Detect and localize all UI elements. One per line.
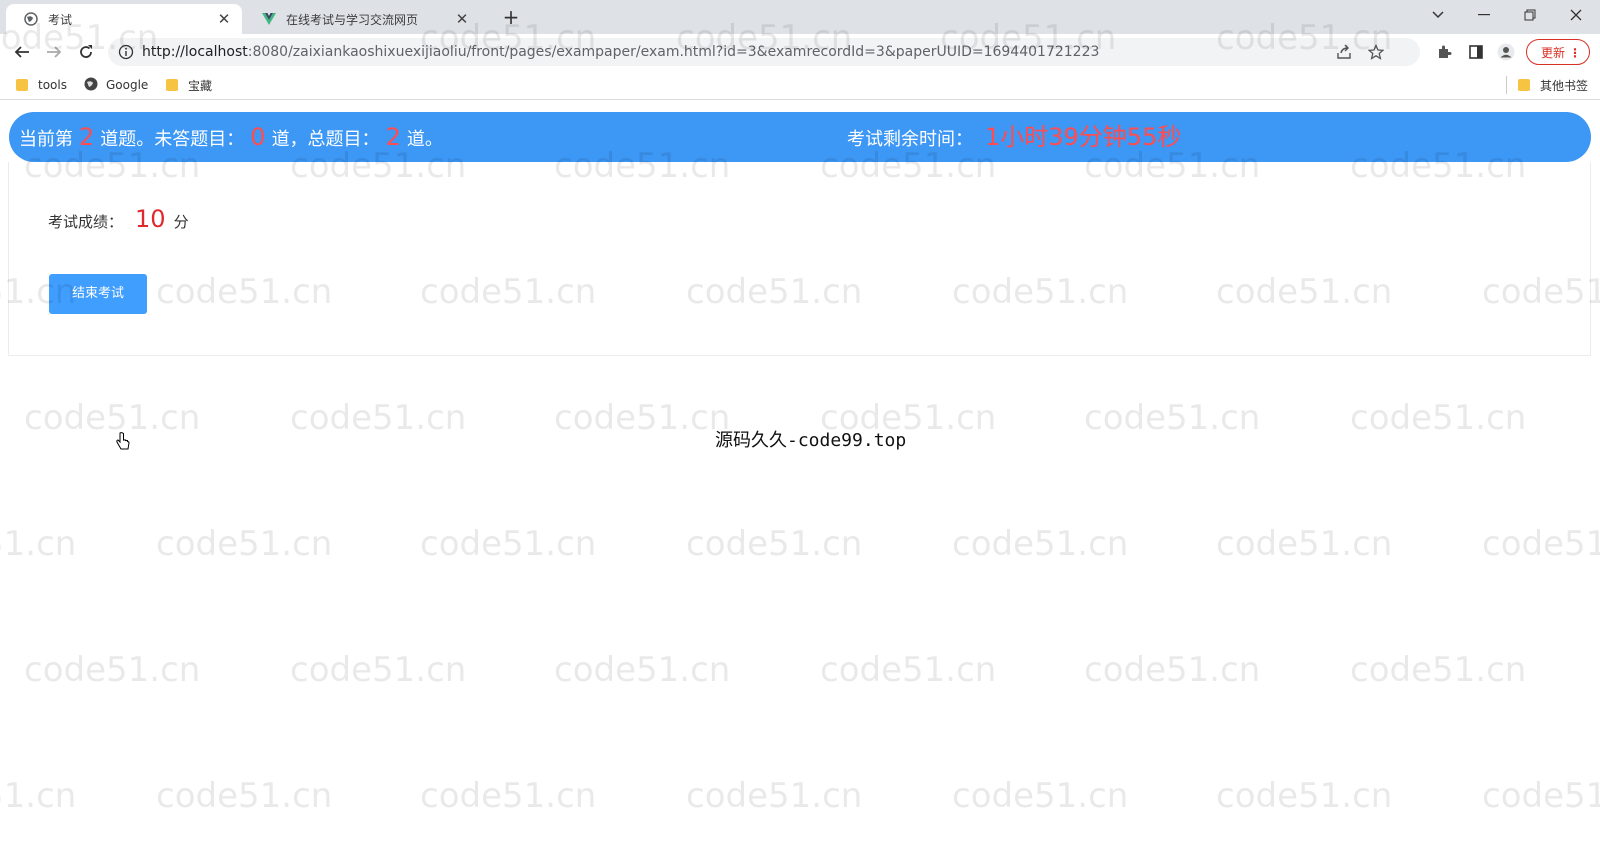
question-progress: 当前第 2 道题。未答题目： 0 道，总题目： 2 道。 [19,112,443,162]
side-panel-icon[interactable] [1464,40,1488,64]
close-window-icon[interactable] [1554,0,1598,30]
watermark: code51.cn [290,398,467,438]
unanswered-count: 0 [250,123,266,151]
current-question-number: 2 [79,123,95,151]
extensions-puzzle-icon[interactable] [1432,40,1456,64]
minimize-icon[interactable] [1462,0,1506,30]
score-unit: 分 [173,213,189,231]
tab-exam-site[interactable]: 在线考试与学习交流网页 ✕ [244,4,480,34]
exam-content-panel [8,162,1591,356]
browser-toolbar: http://localhost:8080/zaixiankaoshixuexi… [0,34,1600,70]
progress-prefix: 当前第 [19,129,73,150]
bookmark-label: tools [38,78,67,92]
watermark: code51.cn [156,776,333,816]
tab-search-chevron-icon[interactable] [1416,0,1460,30]
watermark: code51.cn [24,650,201,690]
bookmark-google[interactable]: Google [84,76,148,94]
time-label: 考试剩余时间： [847,129,973,150]
progress-middle: 道题。未答题目： [100,129,245,150]
new-tab-button[interactable]: + [500,6,522,28]
total-count: 2 [385,123,401,151]
folder-icon [166,79,178,91]
restore-icon[interactable] [1508,0,1552,30]
watermark: code51.cn [1084,650,1261,690]
exam-score: 考试成绩： 10 分 [48,205,189,235]
bookmarks-bar: tools Google 宝藏 其他书签 [0,70,1600,100]
bookmark-star-icon[interactable] [1364,40,1388,64]
remaining-time: 考试剩余时间： 1小时39分钟55秒 [847,112,1181,162]
forward-arrow-icon[interactable] [42,40,66,64]
other-bookmarks-label: 其他书签 [1540,78,1589,93]
total-suffix: 道。 [406,129,443,150]
url-path: :8080/zaixiankaoshixuexijiaoliu/front/pa… [247,44,1100,60]
watermark: code51.cn [1350,650,1527,690]
watermark: code51.cn [554,650,731,690]
tab-title: 在线考试与学习交流网页 [286,12,419,27]
watermark: code51.cn [686,776,863,816]
tab-exam[interactable]: 考试 ✕ [6,4,242,34]
vue-logo-icon [262,12,276,26]
url-text[interactable]: http://localhost:8080/zaixiankaoshixuexi… [142,38,1099,66]
bookmark-label: 宝藏 [188,78,213,93]
bookmark-divider [1506,76,1507,94]
watermark: code51.cn [1482,524,1600,564]
hand-cursor-icon [116,432,130,452]
tab-strip: 考试 ✕ 在线考试与学习交流网页 ✕ + [0,0,1600,34]
share-icon[interactable] [1332,40,1356,64]
watermark: code51.cn [290,650,467,690]
watermark: code51.cn [0,524,77,564]
other-bookmarks[interactable]: 其他书签 [1518,76,1588,94]
close-tab-icon[interactable]: ✕ [454,11,470,27]
site-info-icon[interactable] [118,44,134,60]
watermark: code51.cn [820,650,997,690]
unanswered-suffix: 道，总题目： [271,129,380,150]
watermark: code51.cn [952,776,1129,816]
watermark: code51.cn [1084,398,1261,438]
end-exam-button[interactable]: 结束考试 [49,274,147,314]
url-host: http://localhost [142,44,248,60]
tab-title: 考试 [48,12,73,27]
reload-icon[interactable] [74,40,98,64]
profile-avatar-icon[interactable] [1494,40,1518,64]
bookmark-label: Google [106,78,149,92]
address-bar[interactable]: http://localhost:8080/zaixiankaoshixuexi… [108,38,1420,66]
watermark: code51.cn [1216,776,1393,816]
score-value: 10 [135,205,166,233]
bookmark-treasure[interactable]: 宝藏 [166,76,212,94]
watermark: code51.cn [686,524,863,564]
time-remaining-value: 1小时39分钟55秒 [985,123,1182,151]
globe-icon [84,77,98,94]
watermark: code51.cn [420,776,597,816]
watermark: code51.cn [1482,776,1600,816]
update-label: 更新 [1541,46,1566,60]
more-menu-icon: ⋮ [1569,46,1581,60]
footer-source-text: 源码久久-code99.top [715,430,907,451]
close-tab-icon[interactable]: ✕ [216,11,232,27]
watermark: code51.cn [952,524,1129,564]
folder-icon [16,79,28,91]
folder-icon [1518,79,1530,91]
watermark: code51.cn [24,398,201,438]
back-arrow-icon[interactable] [10,40,34,64]
watermark: code51.cn [156,524,333,564]
watermark: code51.cn [1350,398,1527,438]
bookmark-tools[interactable]: tools [16,76,67,94]
globe-icon [24,12,38,26]
watermark: code51.cn [0,776,77,816]
score-label: 考试成绩： [48,213,124,231]
watermark: code51.cn [420,524,597,564]
watermark: code51.cn [554,398,731,438]
update-browser-button[interactable]: 更新 ⋮ [1526,39,1590,65]
exam-status-bar: 当前第 2 道题。未答题目： 0 道，总题目： 2 道。 考试剩余时间： 1小时39分钟55秒 [9,112,1591,162]
watermark: code51.cn [1216,524,1393,564]
